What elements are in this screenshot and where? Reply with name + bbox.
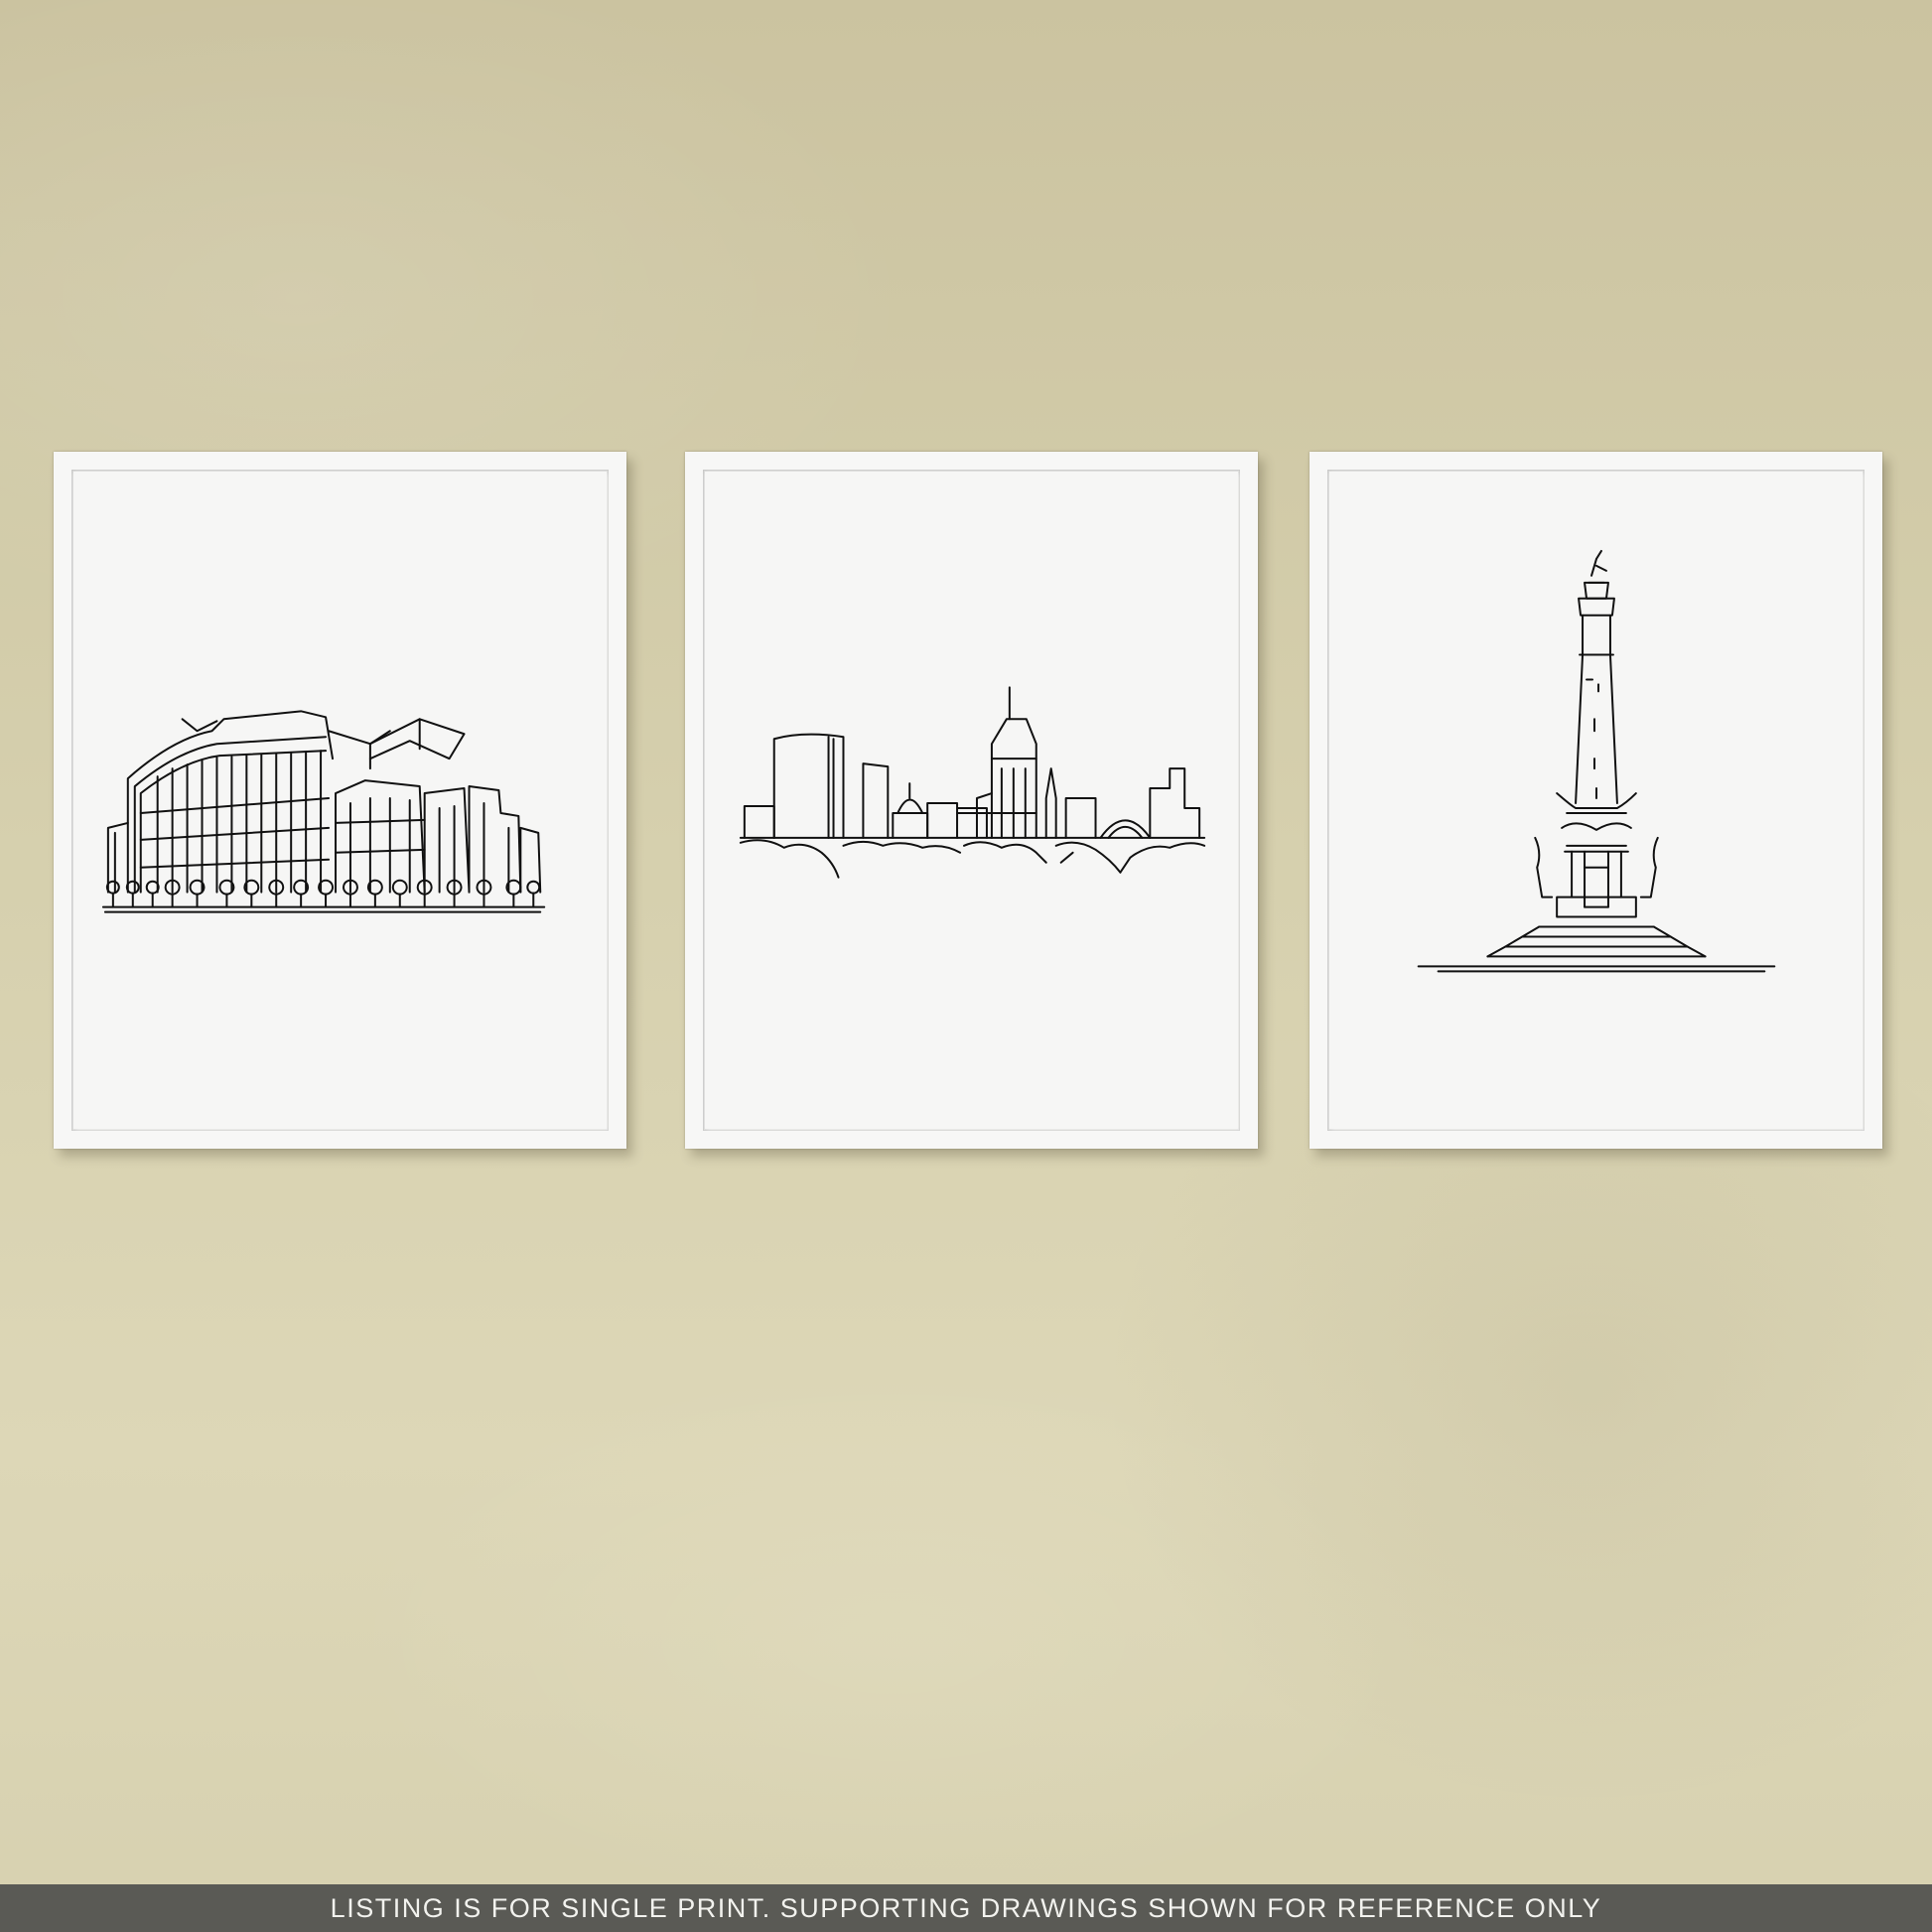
framed-print-skyline[interactable] — [685, 452, 1258, 1149]
print-mat — [703, 470, 1240, 1131]
framed-print-stadium[interactable] — [54, 452, 626, 1149]
skyline-line-drawing — [705, 472, 1238, 1129]
stadium-line-drawing — [73, 472, 607, 1129]
print-paper — [1329, 472, 1863, 1129]
print-paper — [73, 472, 607, 1129]
print-mat — [1327, 470, 1864, 1131]
print-mat — [71, 470, 609, 1131]
framed-print-monument[interactable] — [1310, 452, 1882, 1149]
monument-line-drawing — [1329, 472, 1863, 1129]
disclaimer-banner: LISTING IS FOR SINGLE PRINT. SUPPORTING … — [0, 1884, 1932, 1932]
print-paper — [705, 472, 1238, 1129]
disclaimer-text: LISTING IS FOR SINGLE PRINT. SUPPORTING … — [330, 1892, 1602, 1923]
